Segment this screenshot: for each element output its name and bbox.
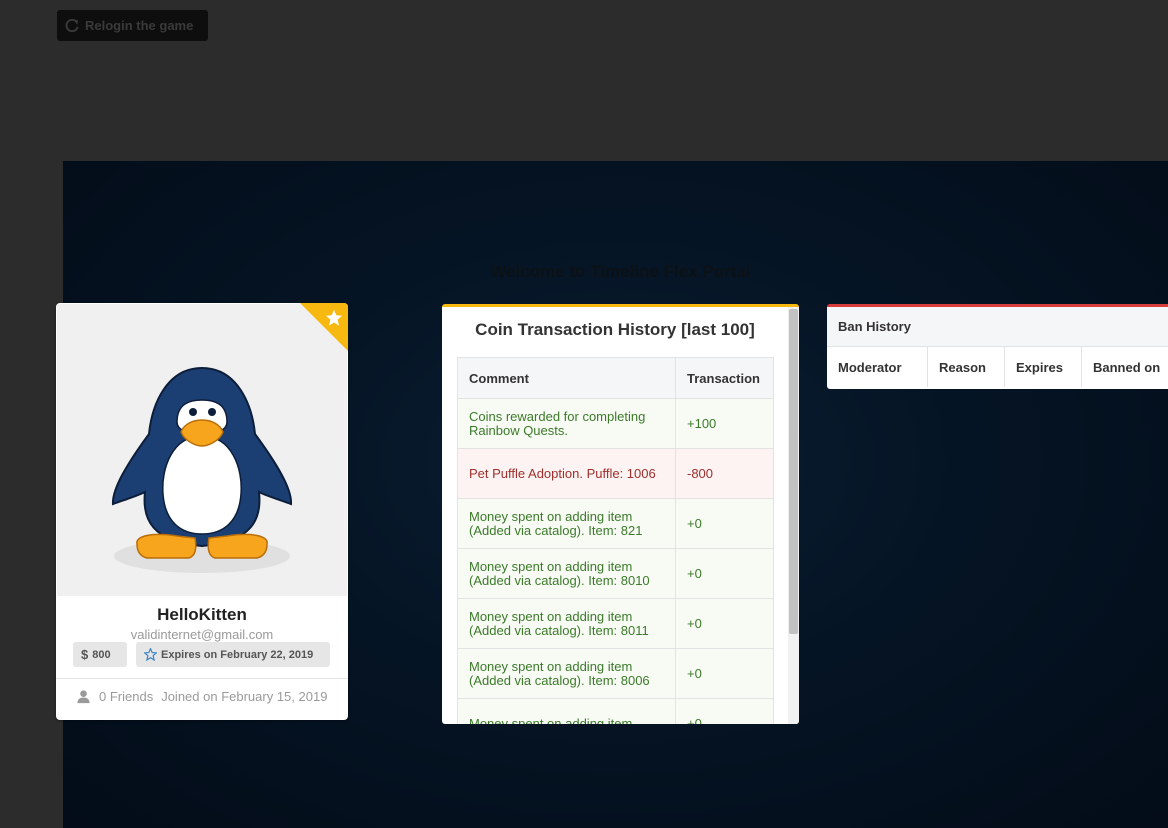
transaction-amount: -800	[675, 448, 774, 499]
scrollbar-thumb[interactable]	[789, 309, 798, 634]
coin-panel-title: Coin Transaction History [last 100]	[475, 320, 755, 339]
expires-text: Expires on February 22, 2019	[161, 648, 314, 661]
transaction-comment: Money spent on adding item (Added via ca…	[457, 498, 676, 549]
table-row: Money spent on adding item (Added via ca…	[457, 498, 774, 549]
column-header-transaction: Transaction	[675, 357, 774, 399]
transaction-comment: Money spent on adding item	[457, 698, 676, 724]
ban-table-header-row: Moderator Reason Expires Banned on	[827, 347, 1168, 387]
ban-panel-title: Ban History	[827, 307, 1168, 347]
joined-date: Joined on February 15, 2019	[161, 689, 328, 704]
transaction-amount: +100	[675, 398, 774, 449]
coins-badge: $ 800	[73, 642, 127, 667]
transaction-amount: +0	[675, 598, 774, 649]
scrollbar[interactable]	[788, 307, 799, 724]
email: validinternet@gmail.com	[130, 627, 274, 642]
page: Relogin the game Welcome to Timeline Fle…	[0, 0, 1168, 828]
table-header-row: Comment Transaction	[457, 357, 774, 399]
transaction-amount: +0	[675, 648, 774, 699]
column-header-expires: Expires	[1005, 347, 1082, 387]
transaction-comment: Money spent on adding item (Added via ca…	[457, 648, 676, 699]
friends-count: 0 Friends	[99, 689, 154, 704]
table-row: Money spent on adding item (Added via ca…	[457, 598, 774, 649]
transaction-amount: +0	[675, 698, 774, 724]
relogin-button[interactable]: Relogin the game	[57, 10, 208, 41]
table-row: Money spent on adding item (Added via ca…	[457, 648, 774, 699]
column-header-banned-on: Banned on	[1093, 359, 1161, 375]
ban-history-panel: Ban History Moderator Reason Expires Ban…	[827, 304, 1168, 389]
star-icon	[325, 309, 343, 326]
welcome-title: Welcome to Timeline Flex Portal	[490, 262, 751, 281]
transaction-comment: Money spent on adding item (Added via ca…	[457, 548, 676, 599]
table-row: Coins rewarded for completing Rainbow Qu…	[457, 398, 774, 449]
column-header-reason: Reason	[928, 347, 1005, 387]
transaction-amount: +0	[675, 548, 774, 599]
profile-card: HelloKitten validinternet@gmail.com $ 80…	[56, 303, 348, 720]
dollar-icon: $	[81, 647, 89, 662]
coins-value: 800	[92, 648, 111, 661]
column-header-moderator: Moderator	[827, 347, 928, 387]
star-outline-icon	[144, 648, 157, 661]
transaction-amount: +0	[675, 498, 774, 549]
transaction-comment: Pet Puffle Adoption. Puffle: 1006	[457, 448, 676, 499]
username: HelloKitten	[157, 605, 247, 624]
refresh-icon	[65, 18, 79, 32]
card-divider	[56, 678, 348, 679]
table-row: Money spent on adding item +0	[457, 698, 774, 724]
relogin-label: Relogin the game	[85, 18, 194, 33]
column-header-comment: Comment	[457, 357, 676, 399]
transaction-comment: Money spent on adding item (Added via ca…	[457, 598, 676, 649]
card-footer: 0 Friends Joined on February 15, 2019	[76, 689, 346, 704]
table-row: Pet Puffle Adoption. Puffle: 1006 -800	[457, 448, 774, 499]
table-row: Money spent on adding item (Added via ca…	[457, 548, 774, 599]
coin-transaction-table: Comment Transaction Coins rewarded for c…	[457, 357, 774, 724]
transaction-comment: Coins rewarded for completing Rainbow Qu…	[457, 398, 676, 449]
expires-badge: Expires on February 22, 2019	[136, 642, 330, 667]
coin-transaction-panel: Coin Transaction History [last 100] Comm…	[442, 304, 799, 724]
user-icon	[77, 690, 90, 704]
